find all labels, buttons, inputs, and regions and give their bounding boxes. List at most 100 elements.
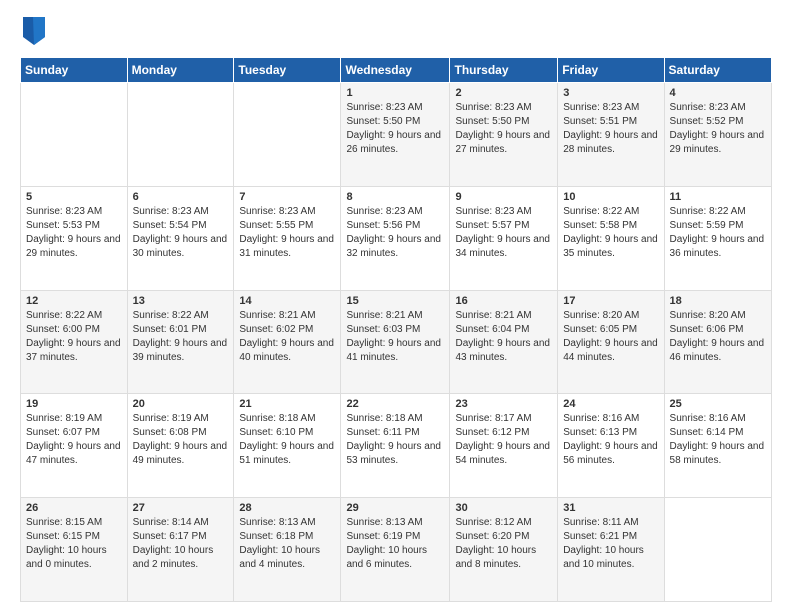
week-row-1: 1 Sunrise: 8:23 AMSunset: 5:50 PMDaylight… [21,83,772,187]
week-row-2: 5 Sunrise: 8:23 AMSunset: 5:53 PMDaylight… [21,186,772,290]
day-number: 6 [133,191,229,203]
day-info: Sunrise: 8:16 AMSunset: 6:13 PMDaylight:… [563,412,658,468]
day-info: Sunrise: 8:21 AMSunset: 6:04 PMDaylight:… [455,309,552,365]
logo-icon [23,17,45,45]
day-cell: 18 Sunrise: 8:20 AMSunset: 6:06 PMDayligh… [664,290,771,394]
day-cell: 30 Sunrise: 8:12 AMSunset: 6:20 PMDayligh… [450,498,558,602]
day-number: 14 [239,295,335,307]
weekday-header-wednesday: Wednesday [341,58,450,83]
day-cell: 2 Sunrise: 8:23 AMSunset: 5:50 PMDaylight… [450,83,558,187]
calendar-header: SundayMondayTuesdayWednesdayThursdayFrid… [21,58,772,83]
day-cell: 11Sunrise: 8:22 AMSunset: 5:59 PMDayligh… [664,186,771,290]
calendar-table: SundayMondayTuesdayWednesdayThursdayFrid… [20,57,772,602]
day-info: Sunrise: 8:19 AMSunset: 6:08 PMDaylight:… [133,412,229,468]
day-number: 2 [455,87,552,99]
day-info: Sunrise: 8:23 AMSunset: 5:50 PMDaylight:… [346,101,444,157]
day-number: 12 [26,295,122,307]
day-info: Sunrise: 8:23 AMSunset: 5:50 PMDaylight:… [455,101,552,157]
day-cell: 29Sunrise: 8:13 AMSunset: 6:19 PMDayligh… [341,498,450,602]
weekday-row: SundayMondayTuesdayWednesdayThursdayFrid… [21,58,772,83]
day-cell: 23 Sunrise: 8:17 AMSunset: 6:12 PMDayligh… [450,394,558,498]
day-number: 1 [346,87,444,99]
day-info: Sunrise: 8:21 AMSunset: 6:03 PMDaylight:… [346,309,444,365]
day-info: Sunrise: 8:14 AMSunset: 6:17 PMDaylight:… [133,516,229,572]
day-info: Sunrise: 8:13 AMSunset: 6:18 PMDaylight:… [239,516,335,572]
day-cell [127,83,234,187]
day-info: Sunrise: 8:12 AMSunset: 6:20 PMDaylight:… [455,516,552,572]
day-info: Sunrise: 8:23 AMSunset: 5:53 PMDaylight:… [26,205,122,261]
day-cell: 5 Sunrise: 8:23 AMSunset: 5:53 PMDaylight… [21,186,128,290]
day-number: 30 [455,502,552,514]
day-info: Sunrise: 8:16 AMSunset: 6:14 PMDaylight:… [670,412,766,468]
day-number: 24 [563,398,658,410]
day-info: Sunrise: 8:18 AMSunset: 6:11 PMDaylight:… [346,412,444,468]
day-cell: 14 Sunrise: 8:21 AMSunset: 6:02 PMDayligh… [234,290,341,394]
day-number: 5 [26,191,122,203]
day-info: Sunrise: 8:23 AMSunset: 5:51 PMDaylight:… [563,101,658,157]
day-info: Sunrise: 8:22 AMSunset: 5:58 PMDaylight:… [563,205,658,261]
page: SundayMondayTuesdayWednesdayThursdayFrid… [0,0,792,612]
day-cell: 27 Sunrise: 8:14 AMSunset: 6:17 PMDayligh… [127,498,234,602]
day-cell: 4 Sunrise: 8:23 AMSunset: 5:52 PMDaylight… [664,83,771,187]
weekday-header-thursday: Thursday [450,58,558,83]
day-number: 18 [670,295,766,307]
day-number: 31 [563,502,658,514]
weekday-header-sunday: Sunday [21,58,128,83]
day-number: 4 [670,87,766,99]
day-info: Sunrise: 8:23 AMSunset: 5:55 PMDaylight:… [239,205,335,261]
day-number: 28 [239,502,335,514]
weekday-header-friday: Friday [558,58,664,83]
day-cell [21,83,128,187]
day-info: Sunrise: 8:11 AMSunset: 6:21 PMDaylight:… [563,516,658,572]
day-cell: 13 Sunrise: 8:22 AMSunset: 6:01 PMDayligh… [127,290,234,394]
day-cell: 8Sunrise: 8:23 AMSunset: 5:56 PMDaylight… [341,186,450,290]
day-info: Sunrise: 8:23 AMSunset: 5:54 PMDaylight:… [133,205,229,261]
day-cell: 22 Sunrise: 8:18 AMSunset: 6:11 PMDayligh… [341,394,450,498]
calendar-body: 1 Sunrise: 8:23 AMSunset: 5:50 PMDaylight… [21,83,772,602]
day-cell: 28 Sunrise: 8:13 AMSunset: 6:18 PMDayligh… [234,498,341,602]
day-info: Sunrise: 8:20 AMSunset: 6:06 PMDaylight:… [670,309,766,365]
day-number: 17 [563,295,658,307]
day-cell: 17Sunrise: 8:20 AMSunset: 6:05 PMDayligh… [558,290,664,394]
weekday-header-tuesday: Tuesday [234,58,341,83]
day-number: 22 [346,398,444,410]
day-info: Sunrise: 8:22 AMSunset: 6:01 PMDaylight:… [133,309,229,365]
day-number: 26 [26,502,122,514]
day-number: 21 [239,398,335,410]
day-cell [234,83,341,187]
day-number: 9 [455,191,552,203]
day-number: 13 [133,295,229,307]
day-cell: 25 Sunrise: 8:16 AMSunset: 6:14 PMDayligh… [664,394,771,498]
day-number: 15 [346,295,444,307]
day-info: Sunrise: 8:22 AMSunset: 6:00 PMDaylight:… [26,309,122,365]
day-info: Sunrise: 8:18 AMSunset: 6:10 PMDaylight:… [239,412,335,468]
day-info: Sunrise: 8:23 AMSunset: 5:57 PMDaylight:… [455,205,552,261]
week-row-5: 26 Sunrise: 8:15 AMSunset: 6:15 PMDayligh… [21,498,772,602]
day-number: 10 [563,191,658,203]
day-info: Sunrise: 8:21 AMSunset: 6:02 PMDaylight:… [239,309,335,365]
day-info: Sunrise: 8:13 AMSunset: 6:19 PMDaylight:… [346,516,444,572]
weekday-header-saturday: Saturday [664,58,771,83]
day-cell: 20 Sunrise: 8:19 AMSunset: 6:08 PMDayligh… [127,394,234,498]
day-number: 11 [670,191,766,203]
day-info: Sunrise: 8:15 AMSunset: 6:15 PMDaylight:… [26,516,122,572]
day-number: 8 [346,191,444,203]
day-info: Sunrise: 8:23 AMSunset: 5:52 PMDaylight:… [670,101,766,157]
day-cell: 16 Sunrise: 8:21 AMSunset: 6:04 PMDayligh… [450,290,558,394]
day-number: 27 [133,502,229,514]
day-cell: 15 Sunrise: 8:21 AMSunset: 6:03 PMDayligh… [341,290,450,394]
day-number: 20 [133,398,229,410]
day-cell: 3 Sunrise: 8:23 AMSunset: 5:51 PMDaylight… [558,83,664,187]
day-number: 16 [455,295,552,307]
day-number: 25 [670,398,766,410]
day-cell: 12 Sunrise: 8:22 AMSunset: 6:00 PMDayligh… [21,290,128,394]
day-info: Sunrise: 8:17 AMSunset: 6:12 PMDaylight:… [455,412,552,468]
week-row-3: 12 Sunrise: 8:22 AMSunset: 6:00 PMDayligh… [21,290,772,394]
day-cell: 7Sunrise: 8:23 AMSunset: 5:55 PMDaylight… [234,186,341,290]
day-cell: 6 Sunrise: 8:23 AMSunset: 5:54 PMDaylight… [127,186,234,290]
day-number: 3 [563,87,658,99]
day-number: 23 [455,398,552,410]
week-row-4: 19Sunrise: 8:19 AMSunset: 6:07 PMDayligh… [21,394,772,498]
weekday-header-monday: Monday [127,58,234,83]
day-cell: 24 Sunrise: 8:16 AMSunset: 6:13 PMDayligh… [558,394,664,498]
